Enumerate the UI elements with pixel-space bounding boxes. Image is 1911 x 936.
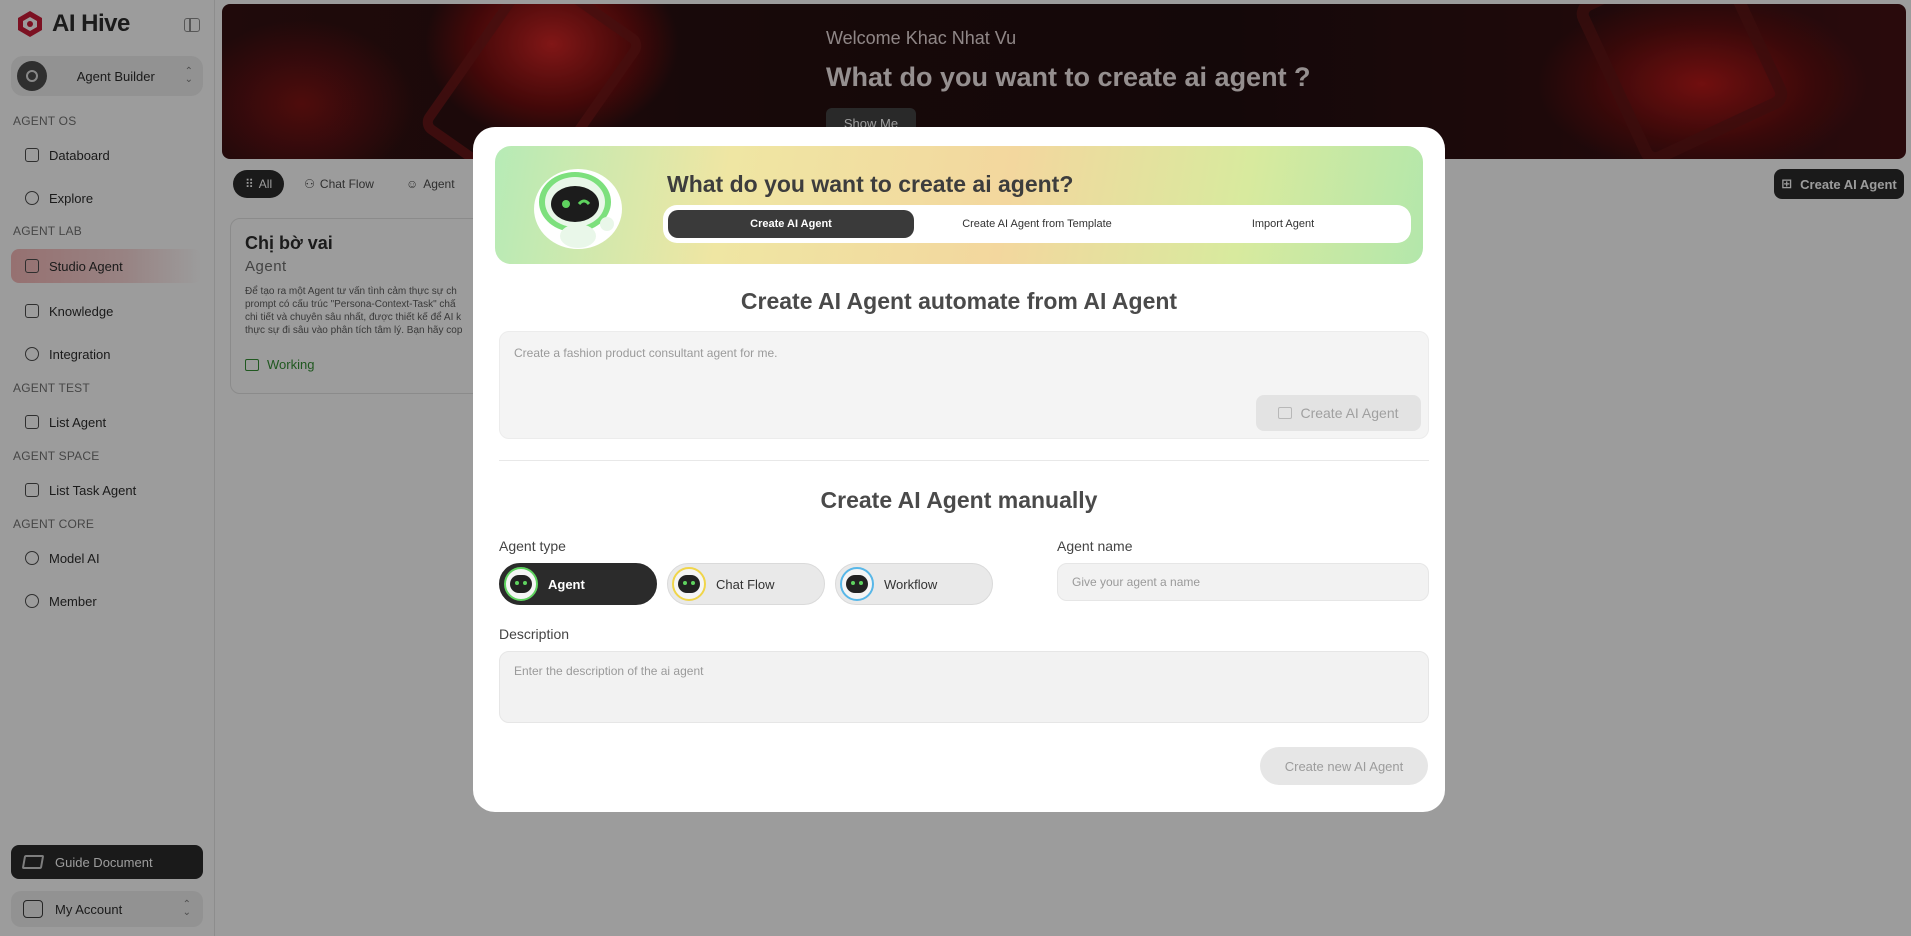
create-new-agent-button[interactable]: Create new AI Agent bbox=[1260, 747, 1428, 785]
agent-type-label: Agent type bbox=[499, 538, 566, 554]
robot-mascot-icon bbox=[534, 169, 622, 249]
modal-hero: What do you want to create ai agent? Cre… bbox=[495, 146, 1423, 264]
auto-create-title: Create AI Agent automate from AI Agent bbox=[740, 288, 1178, 314]
description-label: Description bbox=[499, 626, 570, 642]
tab-create-from-template[interactable]: Create AI Agent from Template bbox=[914, 210, 1160, 238]
create-mode-tabs: Create AI Agent Create AI Agent from Tem… bbox=[663, 205, 1411, 243]
auto-create-button[interactable]: Create AI Agent bbox=[1256, 395, 1421, 431]
tab-import-agent[interactable]: Import Agent bbox=[1160, 210, 1406, 238]
agent-type-agent[interactable]: Agent bbox=[499, 563, 657, 605]
agent-type-label-text: Chat Flow bbox=[716, 576, 775, 592]
tab-create-ai-agent[interactable]: Create AI Agent bbox=[668, 210, 914, 238]
description-input[interactable]: Enter the description of the ai agent bbox=[499, 651, 1429, 723]
chat-flow-robot-icon bbox=[672, 567, 706, 601]
agent-type-label-text: Workflow bbox=[884, 576, 938, 592]
auto-create-prompt-input[interactable]: Create a fashion product consultant agen… bbox=[499, 331, 1429, 439]
agent-name-input[interactable]: Give your agent a name bbox=[1057, 563, 1429, 601]
section-divider bbox=[499, 460, 1429, 461]
agent-type-workflow[interactable]: Workflow bbox=[835, 563, 993, 605]
modal-hero-title: What do you want to create ai agent? bbox=[667, 171, 1074, 197]
agent-type-label-text: Agent bbox=[548, 576, 585, 592]
agent-name-label: Agent name bbox=[1057, 538, 1133, 554]
plus-box-icon bbox=[1278, 407, 1293, 419]
manual-create-title: Create AI Agent manually bbox=[820, 487, 1098, 513]
create-agent-modal: What do you want to create ai agent? Cre… bbox=[473, 127, 1445, 812]
auto-create-placeholder: Create a fashion product consultant agen… bbox=[514, 346, 778, 360]
auto-create-button-label: Create AI Agent bbox=[1300, 405, 1399, 421]
agent-robot-icon bbox=[504, 567, 538, 601]
workflow-robot-icon bbox=[840, 567, 874, 601]
agent-type-chat-flow[interactable]: Chat Flow bbox=[667, 563, 825, 605]
